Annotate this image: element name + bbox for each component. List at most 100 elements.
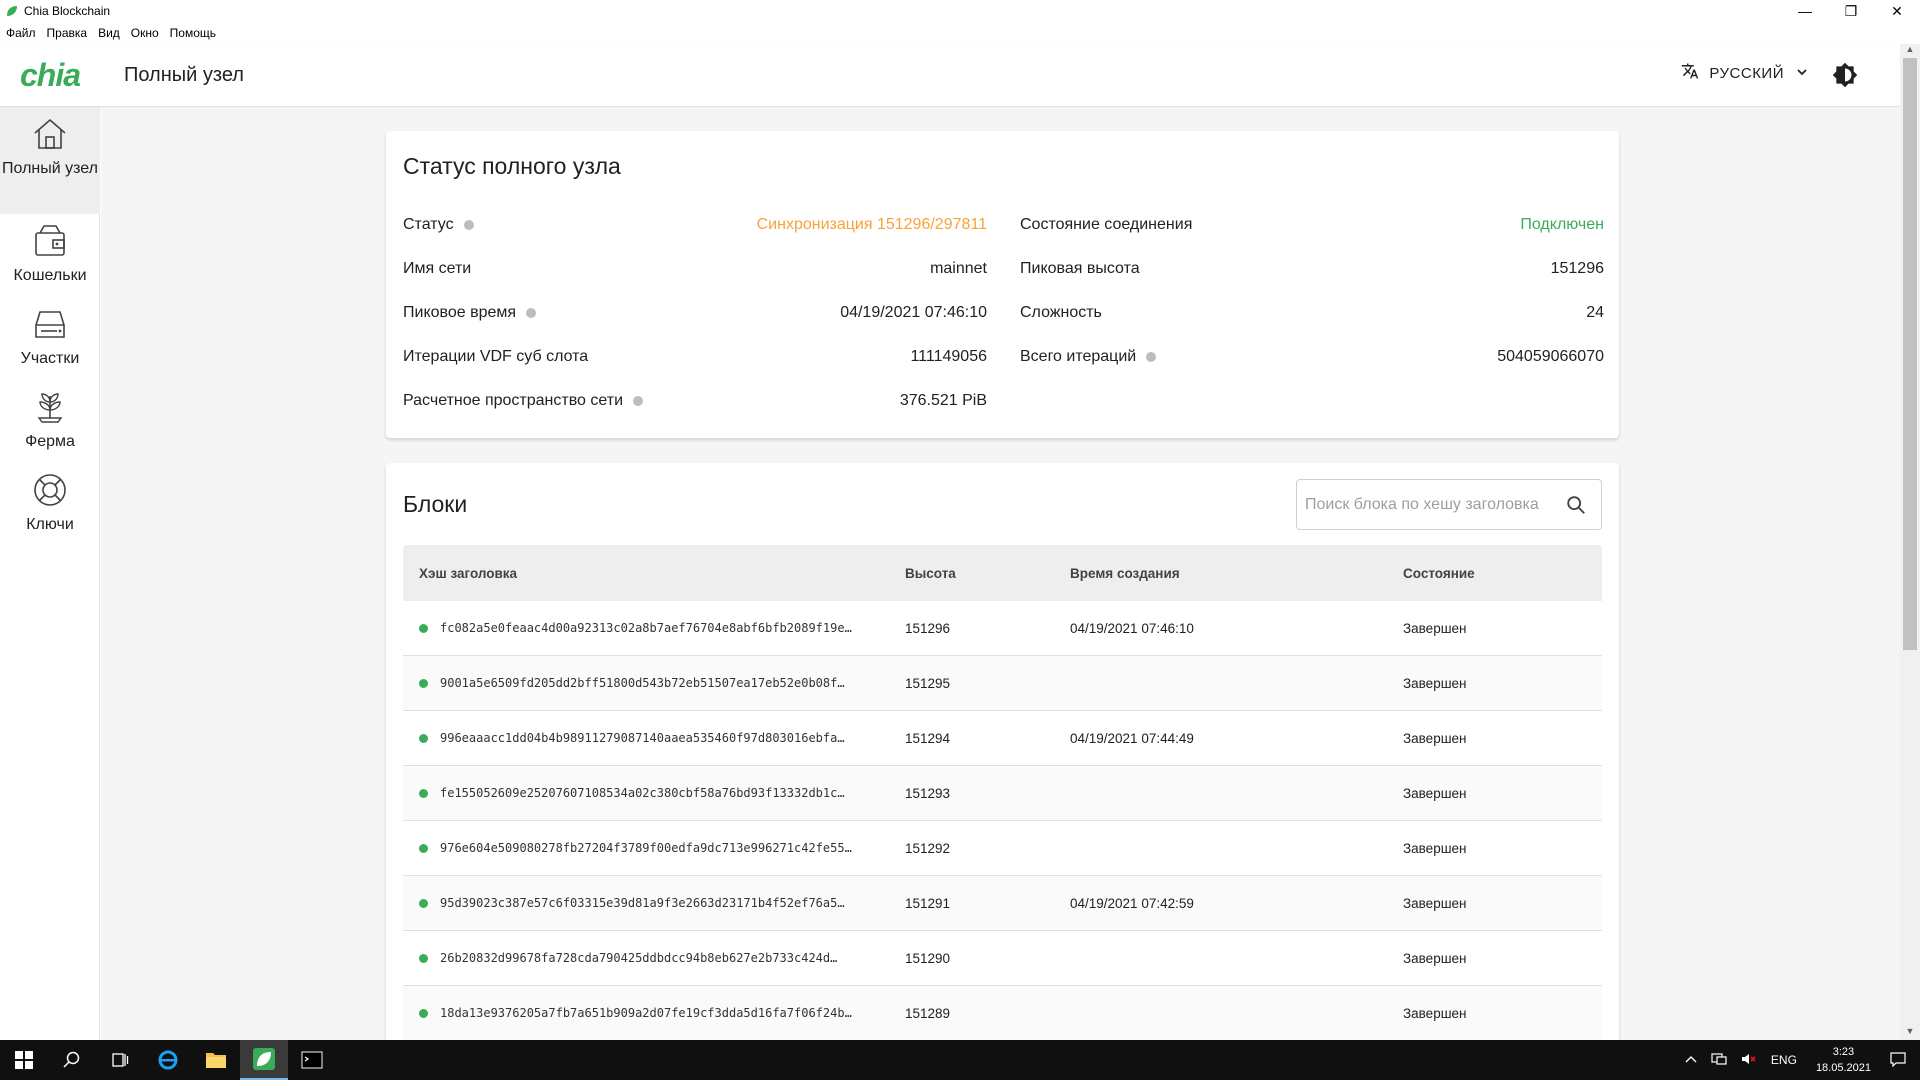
status-dot-icon [419,1008,428,1018]
sidebar-item-full-node[interactable]: Полный узел [0,107,100,214]
sprout-icon [37,393,63,423]
table-row[interactable]: 18da13e9376205a7fb7a651b909a2d07fe19cf3d… [403,986,1602,1040]
sidebar-item-farm[interactable]: Ферма [0,380,100,463]
cell-hash: 18da13e9376205a7fb7a651b909a2d07fe19cf3d… [403,1006,905,1020]
stat-row-difficulty: Сложность 24 [1020,291,1604,335]
status-left-column: Статус Синхронизация 151296/297811 Имя с… [403,203,987,423]
network-icon[interactable] [1711,1052,1727,1069]
scroll-down-arrow-icon[interactable]: ▼ [1900,1026,1920,1040]
table-row[interactable]: 9001a5e6509fd205dd2bff51800d543b72eb5150… [403,656,1602,711]
taskbar-clock[interactable]: 3:23 18.05.2021 [1816,1044,1871,1076]
column-header-height[interactable]: Высота [905,566,1070,581]
language-selector[interactable]: РУССКИЙ [1681,62,1808,85]
help-icon[interactable] [633,396,644,406]
help-icon[interactable] [526,308,537,318]
task-view-button[interactable] [96,1040,144,1080]
stat-label: Сложность [1020,304,1102,321]
task-view-icon [112,1053,129,1067]
menu-window[interactable]: Окно [131,26,159,40]
cell-time: 04/19/2021 07:44:49 [1070,730,1194,746]
chia-logo: chia [19,56,81,93]
notifications-icon[interactable] [1890,1051,1906,1070]
table-row[interactable]: fe155052609e25207607108534a02c380cbf58a7… [403,766,1602,821]
scroll-thumb[interactable] [1903,58,1917,650]
stat-row-network: Имя сети mainnet [403,247,987,291]
search-icon[interactable] [1565,494,1587,516]
sidebar-item-label: Ключи [26,516,74,533]
help-icon[interactable] [1146,352,1157,362]
minimize-button[interactable]: — [1782,0,1828,22]
block-search [1296,479,1602,530]
table-row[interactable]: fc082a5e0feaac4d00a92313c02a8b7aef76704e… [403,601,1602,656]
menu-bar: Файл Правка Вид Окно Помощь [0,22,1920,44]
cell-height: 151289 [905,1005,951,1021]
block-hash[interactable]: 996eaaacc1dd04b4b98911279087140aaea53546… [440,731,880,745]
block-hash[interactable]: 976e604e509080278fb27204f3789f00edfa9dc7… [440,841,880,855]
page-title: Полный узел [124,63,244,86]
stat-row-connection: Состояние соединения Подключен [1020,203,1604,247]
window-scrollbar[interactable]: ▲ ▼ [1900,44,1920,1040]
cell-height: 151290 [905,950,951,966]
start-button[interactable] [0,1040,48,1080]
cell-height: 151291 [905,895,951,911]
status-dot-icon [419,623,428,633]
block-hash[interactable]: 9001a5e6509fd205dd2bff51800d543b72eb5150… [440,676,880,690]
menu-edit[interactable]: Правка [47,26,88,40]
cell-height: 151296 [905,620,951,636]
stat-label: Имя сети [403,260,472,277]
input-language[interactable]: ENG [1771,1053,1797,1067]
taskbar-terminal-button[interactable] [288,1040,336,1080]
table-row[interactable]: 95d39023c387e57c6f03315e39d81a9f3e2663d2… [403,876,1602,931]
sidebar-item-label: Участки [20,350,80,367]
table-row[interactable]: 26b20832d99678fa728cda790425ddbdcc94b8eb… [403,931,1602,986]
cell-state: Завершен [1403,895,1467,911]
sidebar-item-wallets[interactable]: Кошельки [0,214,100,297]
cell-time: 04/19/2021 07:46:10 [1070,620,1194,636]
sidebar-item-label: Ферма [25,433,75,450]
vdf-iterations-value: 111149056 [910,348,987,365]
close-button[interactable]: ✕ [1874,0,1920,22]
menu-help[interactable]: Помощь [170,26,216,40]
sidebar-item-keys[interactable]: Ключи [0,463,100,546]
scroll-up-arrow-icon[interactable]: ▲ [1900,44,1920,58]
taskbar-explorer-button[interactable] [192,1040,240,1080]
internet-explorer-icon [158,1050,178,1070]
status-card-title: Статус полного узла [403,153,621,179]
column-header-time[interactable]: Время создания [1070,566,1403,581]
translate-icon [1681,62,1699,85]
taskbar-ie-button[interactable] [144,1040,192,1080]
tray-chevron-up-icon[interactable] [1685,1053,1697,1067]
status-dot-icon [419,678,428,688]
clock-time: 3:23 [1832,1046,1855,1058]
menu-view[interactable]: Вид [98,26,120,40]
table-row[interactable]: 976e604e509080278fb27204f3789f00edfa9dc7… [403,821,1602,876]
stat-label: Итерации VDF суб слота [403,348,589,365]
column-header-hash[interactable]: Хэш заголовка [403,566,905,581]
cell-hash: fe155052609e25207607108534a02c380cbf58a7… [403,786,905,800]
full-node-status-card: Статус полного узла Статус Синхронизация… [386,131,1619,438]
stat-label: Всего итераций [1020,348,1137,365]
restore-button[interactable]: ❐ [1828,0,1874,22]
taskbar-search-button[interactable] [48,1040,96,1080]
cell-height: 151295 [905,675,951,691]
block-hash[interactable]: 26b20832d99678fa728cda790425ddbdcc94b8eb… [440,951,880,965]
taskbar-chia-button[interactable] [240,1040,288,1080]
block-hash[interactable]: 95d39023c387e57c6f03315e39d81a9f3e2663d2… [440,896,880,910]
block-hash[interactable]: fe155052609e25207607108534a02c380cbf58a7… [440,786,880,800]
status-right-column: Состояние соединения Подключен Пиковая в… [1020,203,1604,379]
volume-muted-icon[interactable] [1741,1052,1757,1069]
peak-height-value: 151296 [1550,260,1604,277]
theme-toggle-icon[interactable] [1832,62,1858,88]
chia-leaf-icon [7,6,17,16]
block-search-input[interactable] [1305,495,1555,514]
block-hash[interactable]: fc082a5e0feaac4d00a92313c02a8b7aef76704e… [440,621,880,635]
window-titlebar: Chia Blockchain — ❐ ✕ [0,0,1920,22]
block-hash[interactable]: 18da13e9376205a7fb7a651b909a2d07fe19cf3d… [440,1006,880,1020]
help-icon[interactable] [463,220,474,230]
column-header-state[interactable]: Состояние [1403,566,1602,581]
stat-row-status: Статус Синхронизация 151296/297811 [403,203,987,247]
menu-file[interactable]: Файл [6,26,36,40]
table-row[interactable]: 996eaaacc1dd04b4b98911279087140aaea53546… [403,711,1602,766]
sidebar-item-plots[interactable]: Участки [0,297,100,380]
cell-state: Завершен [1403,950,1467,966]
